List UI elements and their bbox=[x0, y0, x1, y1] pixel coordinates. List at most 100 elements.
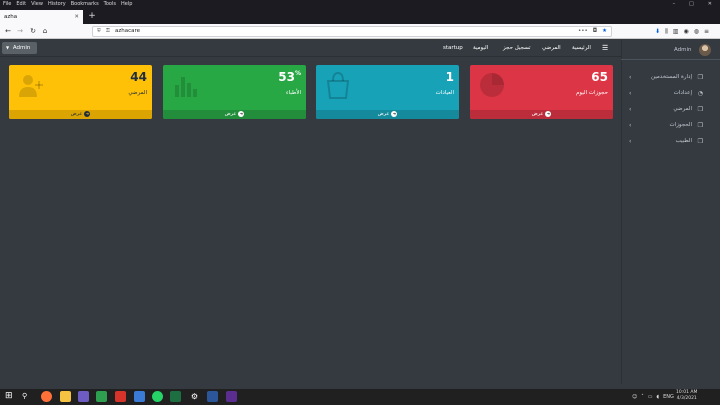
speaker-icon[interactable]: ◖ bbox=[656, 394, 659, 400]
windows-start-icon[interactable]: ⊞ bbox=[5, 391, 16, 402]
nav-link-daily[interactable]: اليومية bbox=[473, 40, 488, 57]
close-window-button[interactable]: ✕ bbox=[708, 0, 712, 9]
stat-number: 53 bbox=[278, 70, 295, 84]
copy-icon: ❐ bbox=[697, 122, 703, 129]
download-icon[interactable]: ⬇ bbox=[655, 28, 660, 35]
sidebar-item-settings[interactable]: ‹ إعدادات ◔ bbox=[622, 87, 716, 100]
sidebar-item-label: إدارة المستخدمين bbox=[651, 74, 692, 80]
url-text: azhacare bbox=[115, 28, 141, 34]
stat-card-footer-link[interactable]: عرض ➜ bbox=[9, 110, 152, 119]
footer-label: عرض bbox=[224, 111, 237, 117]
browser-menubar: File Edit View History Bookmarks Tools H… bbox=[0, 0, 720, 9]
maximize-button[interactable]: □ bbox=[689, 0, 694, 9]
stat-number: 65 bbox=[591, 70, 608, 84]
copy-icon: ❐ bbox=[697, 106, 703, 113]
sidebar-toggle-icon[interactable]: ▥ bbox=[673, 28, 679, 35]
arrow-circle-icon: ➜ bbox=[238, 110, 245, 117]
extension-icon[interactable]: ◍ bbox=[694, 28, 699, 35]
window-controls: – □ ✕ bbox=[673, 0, 720, 9]
admin-dropdown[interactable]: ▼ Admin bbox=[2, 42, 37, 54]
menu-edit[interactable]: Edit bbox=[16, 0, 26, 9]
bookmark-star-icon[interactable]: ★ bbox=[602, 27, 607, 36]
menu-bookmarks[interactable]: Bookmarks bbox=[71, 0, 99, 9]
menu-help[interactable]: Help bbox=[121, 0, 132, 9]
app-icon[interactable] bbox=[207, 391, 218, 402]
stat-card-footer-link[interactable]: عرض ➜ bbox=[316, 110, 459, 119]
stat-card-today-reservations: 65 حجوزات اليوم عرض ➜ bbox=[470, 65, 613, 119]
sidebar-item-patients[interactable]: ‹ المرضي ❐ bbox=[622, 103, 716, 116]
chevron-left-icon: ‹ bbox=[629, 138, 632, 145]
footer-label: عرض bbox=[531, 111, 544, 117]
address-bar[interactable]: ⛨ ⚿ azhacare ••• ◘ ★ bbox=[92, 26, 612, 37]
stat-label: العيادات bbox=[435, 90, 454, 96]
stat-label: المرضي bbox=[128, 90, 147, 96]
sidebar-item-label: المرضي bbox=[673, 106, 692, 112]
menu-file[interactable]: File bbox=[3, 0, 11, 9]
shopping-bag-icon bbox=[326, 71, 350, 99]
firefox-icon[interactable] bbox=[41, 391, 52, 402]
close-tab-icon[interactable]: ✕ bbox=[74, 10, 79, 24]
chevron-left-icon: ‹ bbox=[629, 90, 632, 97]
sidebar-item-reservations[interactable]: ‹ الحجوزات ❐ bbox=[622, 119, 716, 132]
taskbar-clock[interactable]: 10:01 AM 4/3/2021 bbox=[676, 390, 697, 402]
copy-icon: ❐ bbox=[697, 74, 703, 81]
new-tab-button[interactable]: + bbox=[86, 10, 98, 24]
nav-link-home[interactable]: الرئيسية bbox=[572, 40, 591, 57]
page-actions-icon[interactable]: ••• bbox=[578, 27, 588, 36]
sidebar-item-user-management[interactable]: ‹ إدارة المستخدمين ❐ bbox=[622, 71, 716, 84]
stat-card-doctors: 53% الأطباء عرض ➜ bbox=[163, 65, 306, 119]
settings-gear-icon[interactable]: ⚙ bbox=[189, 391, 200, 402]
clock-date: 4/3/2021 bbox=[676, 396, 697, 401]
forward-icon[interactable]: → bbox=[15, 24, 25, 39]
stat-suffix: % bbox=[294, 70, 301, 77]
back-icon[interactable]: ← bbox=[3, 24, 13, 39]
footer-label: عرض bbox=[70, 111, 83, 117]
dashboard-icon: ◔ bbox=[697, 90, 703, 97]
reload-icon[interactable]: ↻ bbox=[28, 24, 38, 39]
stat-card-footer-link[interactable]: عرض ➜ bbox=[163, 110, 306, 119]
battery-icon[interactable]: ▭ bbox=[648, 394, 653, 400]
hamburger-menu-icon[interactable]: ☰ bbox=[602, 40, 608, 57]
people-icon[interactable]: ☺ bbox=[632, 394, 637, 400]
shield-icon[interactable]: ⛨ bbox=[97, 27, 101, 36]
file-explorer-icon[interactable] bbox=[60, 391, 71, 402]
connection-icon[interactable]: ⚿ bbox=[106, 27, 110, 36]
browser-tab[interactable]: azha ✕ bbox=[0, 10, 83, 24]
account-icon[interactable]: ◉ bbox=[683, 28, 688, 35]
minimize-button[interactable]: – bbox=[673, 0, 676, 9]
sidebar-item-label: الطبيب bbox=[675, 138, 692, 144]
chevron-left-icon: ‹ bbox=[629, 74, 632, 81]
menu-view[interactable]: View bbox=[31, 0, 43, 9]
avatar[interactable] bbox=[699, 44, 711, 56]
search-icon[interactable]: ⚲ bbox=[22, 391, 33, 402]
app-icon[interactable] bbox=[78, 391, 89, 402]
stat-card-clinics: 1 العيادات عرض ➜ bbox=[316, 65, 459, 119]
stat-card-footer-link[interactable]: عرض ➜ bbox=[470, 110, 613, 119]
language-indicator[interactable]: ENG bbox=[663, 394, 674, 400]
nav-link-patients[interactable]: المرضي bbox=[542, 40, 561, 57]
nav-link-startup[interactable]: startup bbox=[443, 40, 463, 57]
pocket-icon[interactable]: ◘ bbox=[593, 27, 597, 36]
excel-icon[interactable] bbox=[170, 391, 181, 402]
chevron-up-icon[interactable]: ˄ bbox=[641, 394, 644, 400]
sidebar-user-name[interactable]: Admin bbox=[674, 47, 692, 53]
home-icon[interactable]: ⌂ bbox=[40, 24, 50, 39]
whatsapp-icon[interactable] bbox=[152, 391, 163, 402]
menu-history[interactable]: History bbox=[48, 0, 66, 9]
filezilla-icon[interactable] bbox=[115, 391, 126, 402]
notepad-icon[interactable] bbox=[96, 391, 107, 402]
stat-value: 53% bbox=[278, 70, 301, 84]
visual-studio-icon[interactable] bbox=[226, 391, 237, 402]
stat-number: 44 bbox=[130, 70, 147, 84]
stat-value: 65 bbox=[591, 70, 608, 84]
library-icon[interactable]: ⫼ bbox=[665, 28, 668, 36]
stat-number: 1 bbox=[445, 70, 454, 84]
sidebar-item-doctor[interactable]: ‹ الطبيب ❐ bbox=[622, 135, 716, 148]
arrow-circle-icon: ➜ bbox=[84, 110, 91, 117]
chevron-left-icon: ‹ bbox=[629, 122, 632, 129]
app-menu-icon[interactable]: ≡ bbox=[704, 28, 709, 35]
user-plus-icon bbox=[19, 75, 43, 97]
menu-tools[interactable]: Tools bbox=[104, 0, 116, 9]
app-icon[interactable] bbox=[134, 391, 145, 402]
nav-link-book-appointment[interactable]: تسجيل حجز bbox=[503, 40, 531, 57]
